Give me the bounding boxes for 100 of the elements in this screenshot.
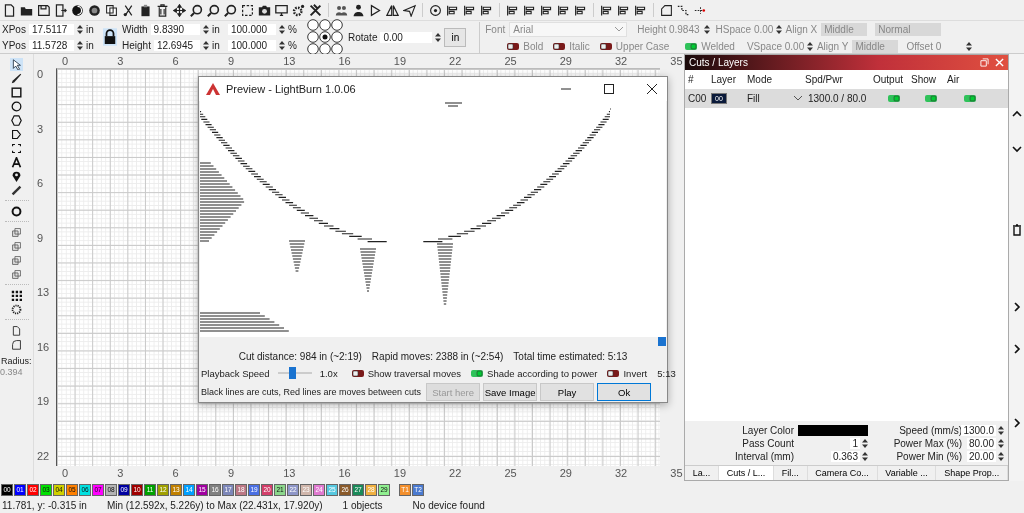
new-file-icon[interactable]	[2, 3, 17, 17]
spinner-arrows-icon[interactable]	[279, 40, 285, 50]
dialog-button[interactable]: Ok	[597, 383, 652, 401]
toggle-switch[interactable]	[924, 95, 937, 102]
camera-icon[interactable]	[257, 3, 272, 17]
zoom-fit-icon[interactable]	[223, 3, 238, 17]
number-field[interactable]: 1300.0	[961, 425, 996, 436]
slider-thumb[interactable]	[288, 367, 296, 379]
scrollbar[interactable]	[200, 337, 666, 346]
toggle-switch[interactable]	[471, 369, 484, 377]
person-icon[interactable]	[351, 3, 366, 17]
spinner-arrows-icon[interactable]	[77, 24, 83, 34]
copy-icon[interactable]	[104, 3, 119, 17]
dialog-button[interactable]: Play	[540, 383, 595, 401]
number-field[interactable]: 17.5117	[28, 23, 74, 35]
number-field[interactable]: 1	[850, 438, 860, 449]
anchor-point[interactable]	[319, 43, 331, 55]
offset-tool-icon[interactable]	[10, 205, 23, 218]
spinner-arrows-icon[interactable]	[203, 24, 209, 34]
number-field[interactable]: 0.00	[380, 31, 433, 43]
dialog-button[interactable]: Save Image	[483, 383, 538, 401]
spinner-arrows-icon[interactable]	[998, 439, 1004, 448]
column-header[interactable]: Output	[870, 74, 908, 85]
trash-icon[interactable]	[155, 3, 170, 17]
number-field[interactable]: 20.00	[966, 451, 996, 462]
spinner-arrows-icon[interactable]	[435, 32, 442, 42]
paste-icon[interactable]	[138, 3, 153, 17]
spinner-arrows-icon[interactable]	[862, 439, 868, 448]
anchor-point[interactable]	[331, 43, 343, 55]
mirror-icon[interactable]	[385, 3, 400, 17]
pin-tool-icon[interactable]	[10, 170, 23, 183]
number-field[interactable]: 80.00	[966, 438, 996, 449]
number-field[interactable]: 100.000	[228, 23, 276, 35]
spinner-arrows-icon[interactable]	[203, 40, 209, 50]
number-field[interactable]: 0.363	[830, 451, 860, 462]
arrow-tool-icon[interactable]	[10, 58, 23, 71]
delete-icon[interactable]	[1011, 224, 1022, 236]
number-field[interactable]: 9.8390	[150, 23, 200, 35]
play-triangle-icon[interactable]	[368, 3, 383, 17]
float-icon[interactable]	[980, 58, 989, 67]
spinner-arrows-icon[interactable]	[279, 24, 285, 34]
zoom-in-icon[interactable]	[189, 3, 204, 17]
toggle-switch[interactable]	[351, 369, 364, 377]
column-header[interactable]: Air	[944, 74, 987, 85]
monitor-icon[interactable]	[274, 3, 289, 17]
number-field[interactable]: 100.000	[228, 39, 276, 51]
rect-tool-icon[interactable]	[10, 86, 23, 99]
unit-button[interactable]: in	[444, 27, 467, 47]
anchor-point[interactable]	[331, 31, 343, 43]
scrollbar-thumb[interactable]	[658, 337, 666, 346]
column-header[interactable]: #	[685, 74, 708, 85]
anchor-point[interactable]	[319, 31, 331, 43]
column-header[interactable]: Spd/Pwr	[802, 74, 870, 85]
move-icon[interactable]	[172, 3, 187, 17]
lock-icon[interactable]	[102, 25, 118, 49]
pentagon-tool-icon[interactable]	[10, 128, 23, 141]
frame-tool-icon[interactable]	[10, 142, 23, 155]
anchor-point[interactable]	[331, 19, 343, 31]
ring-icon[interactable]	[87, 3, 102, 17]
column-header[interactable]: Show	[908, 74, 944, 85]
number-field[interactable]: 11.5728	[28, 39, 74, 51]
corner-icon[interactable]	[659, 3, 674, 17]
anchor-point[interactable]	[319, 19, 331, 31]
line-tool-icon[interactable]	[10, 184, 23, 197]
anchor-point[interactable]	[307, 31, 319, 43]
pen-tool-icon[interactable]	[10, 72, 23, 85]
mode-dropdown[interactable]: Fill	[744, 93, 805, 104]
align-left-icon[interactable]	[445, 3, 460, 17]
corner-tool-icon[interactable]	[10, 338, 23, 351]
number-field[interactable]: 12.6945	[153, 39, 200, 51]
select-frame-icon[interactable]	[240, 3, 255, 17]
spinner-arrows-icon[interactable]	[77, 40, 83, 50]
panel-tab[interactable]: Cuts / L...	[719, 466, 775, 480]
column-header[interactable]: Mode	[744, 74, 802, 85]
people-icon[interactable]	[334, 3, 349, 17]
spinner-arrows-icon[interactable]	[998, 452, 1004, 461]
gear-ring-tool-icon[interactable]	[10, 303, 23, 316]
disc-icon[interactable]	[70, 3, 85, 17]
spinner-arrows-icon[interactable]	[862, 452, 868, 461]
step-icon[interactable]	[676, 3, 691, 17]
zoom-out-icon[interactable]	[206, 3, 221, 17]
gear-icon[interactable]	[291, 3, 306, 17]
grid-tool-icon[interactable]	[10, 289, 23, 302]
circle-tool-icon[interactable]	[10, 100, 23, 113]
column-header[interactable]: Layer	[708, 74, 744, 85]
tools-icon[interactable]	[308, 3, 323, 17]
send-icon[interactable]	[402, 3, 417, 17]
toggle-switch[interactable]	[607, 369, 620, 377]
save-icon[interactable]	[36, 3, 51, 17]
target-icon[interactable]	[428, 3, 443, 17]
spinner-arrows-icon[interactable]	[998, 426, 1004, 435]
polygon-tool-icon[interactable]	[10, 114, 23, 127]
color-swatch[interactable]	[798, 425, 868, 436]
toggle-switch[interactable]	[964, 95, 976, 102]
maximize-icon[interactable]	[604, 84, 614, 94]
close-icon[interactable]	[647, 84, 657, 94]
anchor-point[interactable]	[307, 43, 319, 55]
export-icon[interactable]	[53, 3, 68, 17]
anchor-point[interactable]	[307, 19, 319, 31]
text-a-tool-icon[interactable]	[10, 156, 23, 169]
